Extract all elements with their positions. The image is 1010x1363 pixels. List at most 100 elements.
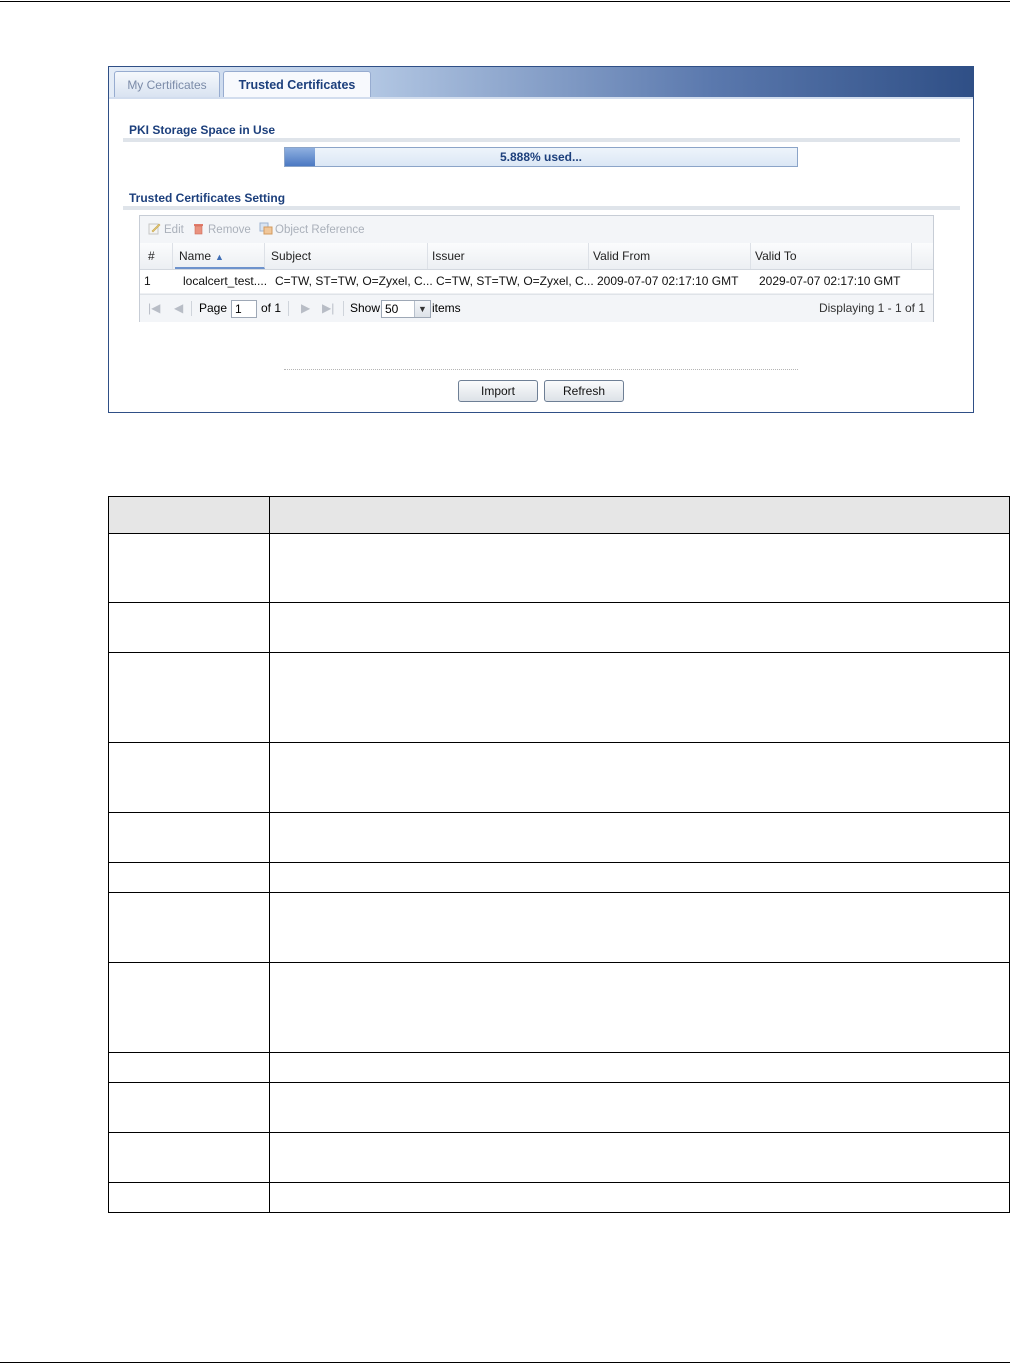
table-row <box>108 1052 1010 1083</box>
trash-icon <box>192 222 205 235</box>
storage-section-rule <box>123 138 960 142</box>
trusted-section-title: Trusted Certificates Setting <box>129 191 286 205</box>
tab-trusted-certificates[interactable]: Trusted Certificates <box>223 71 371 99</box>
cell-valid-to: 2029-07-07 02:17:10 GMT <box>759 274 901 288</box>
table-cell <box>108 1182 270 1213</box>
trusted-certificates-screen: My Certificates Trusted Certificates PKI… <box>108 66 974 413</box>
column-header-valid-to[interactable]: Valid To <box>751 243 912 269</box>
pager-separator <box>191 301 192 316</box>
table-row <box>108 1132 1010 1183</box>
table-cell <box>269 602 1010 653</box>
column-header-valid-from[interactable]: Valid From <box>589 243 751 269</box>
table-header-row <box>108 496 1010 534</box>
cell-valid-from: 2009-07-07 02:17:10 GMT <box>597 274 739 288</box>
remove-button[interactable]: Remove <box>192 222 251 238</box>
cell-subject: C=TW, ST=TW, O=Zyxel, C... <box>275 274 433 288</box>
page-label: Page <box>199 301 228 315</box>
column-header-index[interactable]: # <box>140 243 173 269</box>
grid-toolbar: Edit Remove Object Reference <box>140 216 933 244</box>
table-cell <box>269 742 1010 813</box>
field-description-table <box>108 496 1010 1213</box>
column-header-name-label: Name <box>179 249 212 263</box>
grid-header-row: # Name ▲ Subject Issuer Valid From Valid … <box>140 243 933 270</box>
last-page-icon[interactable]: ▶| <box>322 301 334 315</box>
chevron-down-icon[interactable]: ▼ <box>414 301 430 317</box>
table-row <box>108 862 1010 893</box>
column-header-issuer[interactable]: Issuer <box>428 243 589 269</box>
items-per-page-select[interactable]: 50 ▼ <box>381 300 431 318</box>
column-header-issuer-label: Issuer <box>432 249 465 263</box>
column-header-name[interactable]: Name ▲ <box>175 243 265 269</box>
table-row <box>108 812 1010 863</box>
table-cell <box>108 892 270 963</box>
table-cell <box>269 812 1010 863</box>
table-cell <box>269 652 1010 743</box>
table-cell <box>108 496 270 534</box>
cell-issuer: C=TW, ST=TW, O=Zyxel, C... <box>436 274 594 288</box>
table-row <box>108 602 1010 653</box>
first-page-icon[interactable]: |◀ <box>148 301 160 315</box>
trusted-section-rule <box>123 206 960 210</box>
grid-pager: |◀ ◀ Page of 1 ▶ ▶| Show 50 ▼ items Disp… <box>140 294 933 322</box>
table-row <box>108 892 1010 963</box>
table-cell <box>108 533 270 603</box>
next-page-icon[interactable]: ▶ <box>301 301 310 315</box>
pager-separator <box>343 301 344 316</box>
storage-progress-bar: 5.888% used... <box>284 147 798 167</box>
table-cell <box>269 962 1010 1053</box>
table-cell <box>108 812 270 863</box>
displaying-label: Displaying 1 - 1 of 1 <box>818 301 925 315</box>
pager-separator <box>288 301 289 316</box>
sort-ascending-icon: ▲ <box>215 252 224 262</box>
edit-icon <box>148 222 161 235</box>
tab-bar: My Certificates Trusted Certificates <box>109 67 973 99</box>
refresh-button[interactable]: Refresh <box>544 380 624 402</box>
button-separator <box>284 369 798 370</box>
object-reference-button[interactable]: Object Reference <box>259 222 365 238</box>
column-header-index-label: # <box>148 249 155 263</box>
table-row <box>108 742 1010 813</box>
table-cell <box>269 1052 1010 1083</box>
page-number-input[interactable] <box>231 300 257 318</box>
object-reference-label: Object Reference <box>275 224 365 236</box>
import-button[interactable]: Import <box>458 380 538 402</box>
storage-progress-label: 5.888% used... <box>499 150 583 164</box>
table-cell <box>108 602 270 653</box>
table-cell <box>108 1082 270 1133</box>
tab-content: PKI Storage Space in Use 5.888% used... … <box>109 97 973 412</box>
table-cell <box>269 1182 1010 1213</box>
remove-label: Remove <box>208 224 251 236</box>
items-per-page-value: 50 <box>385 302 399 316</box>
table-cell <box>108 742 270 813</box>
items-label: items <box>432 301 461 315</box>
column-header-valid-to-label: Valid To <box>755 249 797 263</box>
tab-my-certificates[interactable]: My Certificates <box>114 71 220 97</box>
certificates-grid: Edit Remove Object Reference # Name ▲ Sub… <box>139 215 934 322</box>
table-cell <box>108 862 270 893</box>
table-row[interactable]: 1 localcert_test.... C=TW, ST=TW, O=Zyxe… <box>140 270 933 294</box>
table-row <box>108 1082 1010 1133</box>
edit-button[interactable]: Edit <box>148 222 184 238</box>
column-header-subject[interactable]: Subject <box>267 243 428 269</box>
previous-page-icon[interactable]: ◀ <box>174 301 183 315</box>
table-row <box>108 962 1010 1053</box>
table-cell <box>108 1132 270 1183</box>
table-cell <box>269 1132 1010 1183</box>
cell-name: localcert_test.... <box>183 274 268 288</box>
table-cell <box>269 533 1010 603</box>
table-cell <box>269 892 1010 963</box>
table-cell <box>108 962 270 1053</box>
column-header-valid-from-label: Valid From <box>593 249 651 263</box>
page-count-label: of 1 <box>261 301 282 315</box>
edit-label: Edit <box>164 224 184 236</box>
table-row <box>108 652 1010 743</box>
column-header-subject-label: Subject <box>271 249 312 263</box>
cell-index: 1 <box>144 274 151 288</box>
table-row <box>108 1182 1010 1213</box>
table-cell <box>108 1052 270 1083</box>
table-cell <box>269 862 1010 893</box>
show-label: Show <box>350 301 381 315</box>
storage-section-title: PKI Storage Space in Use <box>129 123 276 137</box>
table-cell <box>269 1082 1010 1133</box>
table-cell <box>108 652 270 743</box>
